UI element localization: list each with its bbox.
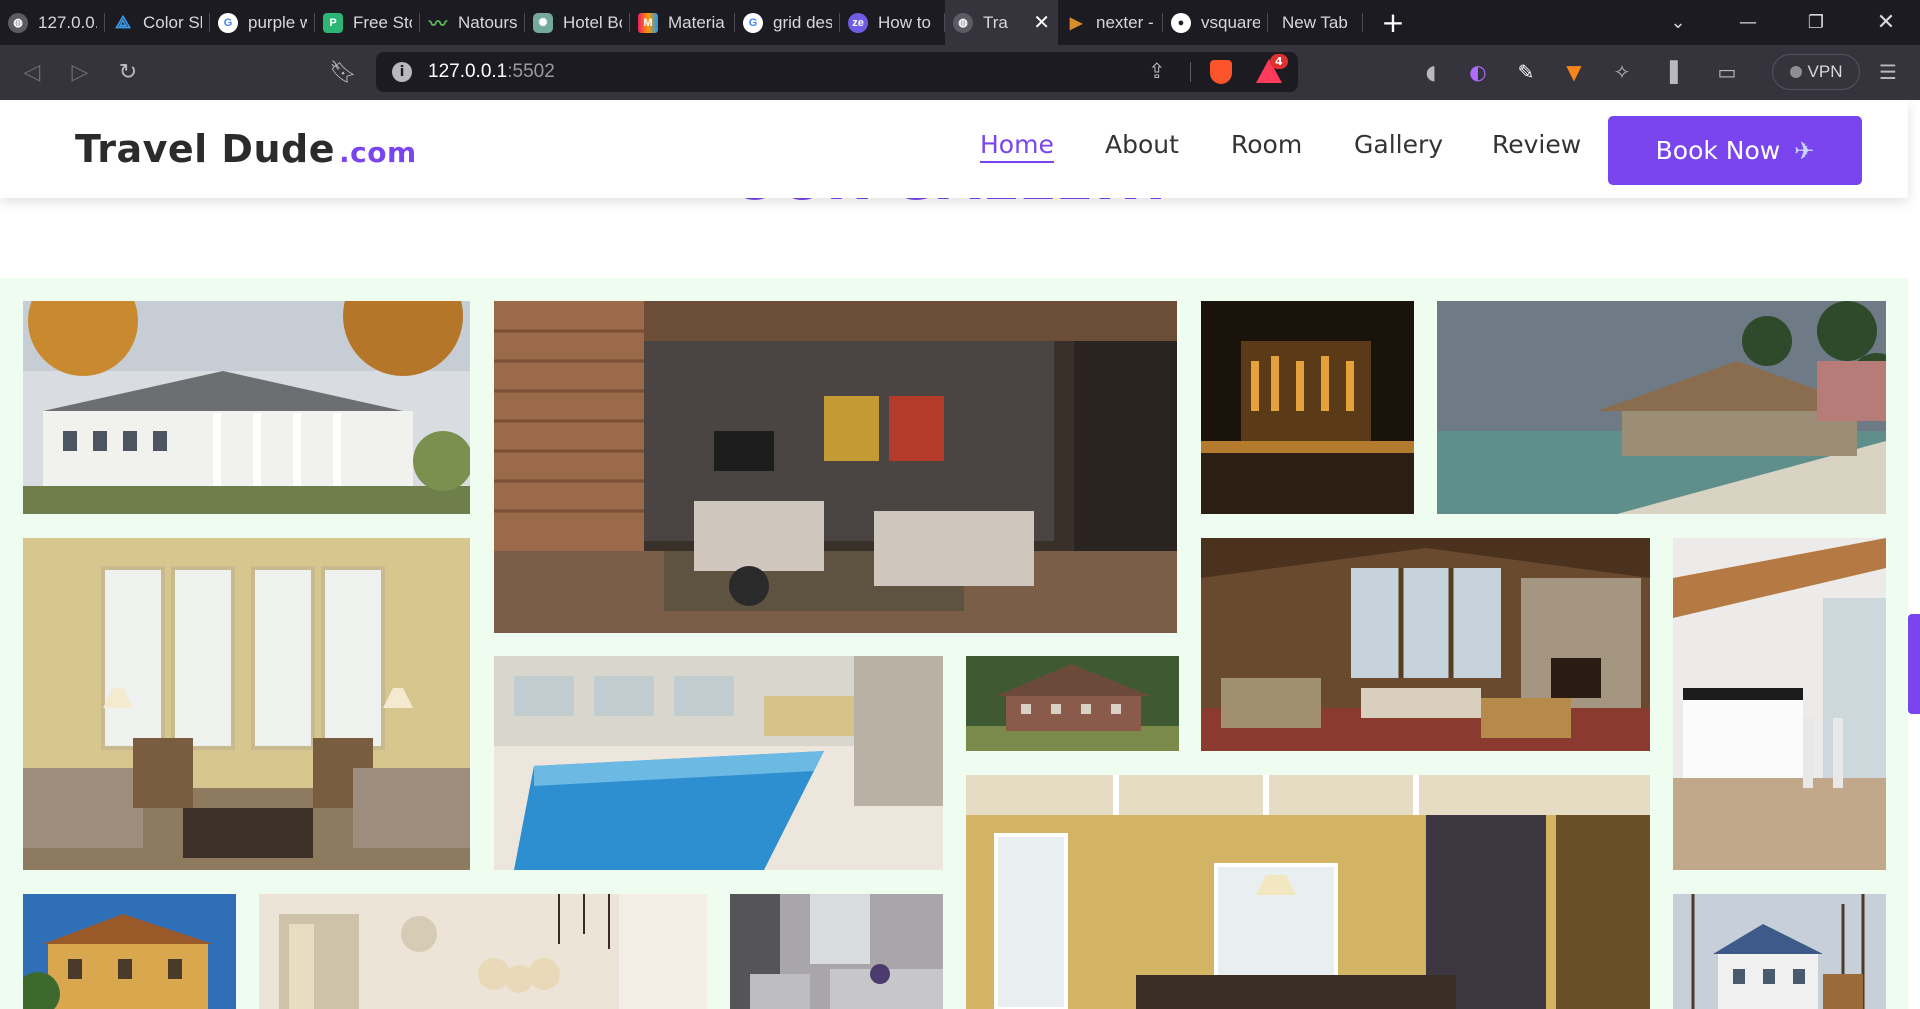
book-now-label: Book Now [1655,136,1781,165]
tab-title: purple w [248,12,307,32]
color-shades-icon: ⟁ [114,12,132,32]
tab-title: 127.0.0. [38,12,97,32]
tab-title: How to [878,12,931,32]
tab-title: grid des [773,12,832,32]
play-icon: ▶ [1069,14,1083,32]
page-viewport: OUR GALLERY Travel [0,100,1920,1009]
tab-title: New Tab [1282,12,1348,32]
vpn-button[interactable]: VPN [1772,54,1860,90]
menu-hamburger-icon[interactable]: ☰ [1875,59,1901,85]
nav-link-room[interactable]: Room [1231,130,1302,159]
site-logo[interactable]: Travel Dude .com [75,127,417,171]
google-icon: G [743,12,763,33]
extension-cap-icon[interactable]: ◖ [1418,59,1444,85]
hotel-bar-photo[interactable] [1201,301,1414,514]
winter-house-photo[interactable] [1673,894,1886,1009]
vpn-status-dot [1789,66,1802,78]
billiard-room-photo[interactable] [966,775,1650,1009]
nav-link-home[interactable]: Home [980,130,1054,163]
autumn-mansion-photo[interactable] [23,301,470,514]
chatgpt-icon: ✺ [533,12,553,33]
close-tab-icon[interactable]: ✕ [1033,10,1050,35]
lodge-living-room-photo[interactable] [1201,538,1650,751]
natours-icon: 〰 [429,13,447,34]
browser-tab[interactable]: ▶ nexter - [1058,0,1163,45]
url-host: 127.0.0.1 [428,61,508,82]
forward-icon[interactable]: ▷ [63,55,97,89]
browser-tab[interactable]: M Materia [630,0,735,45]
minimize-icon[interactable]: — [1718,0,1778,45]
page-scrollbar-thumb[interactable] [1908,614,1920,714]
tab-title: Hotel Bo [563,12,622,32]
browser-tab[interactable]: ● vsquare [1163,0,1268,45]
browser-tab[interactable]: Ggrid des [735,0,840,45]
tab-title: vsquare [1201,12,1260,32]
browser-tab[interactable]: ⟁ Color Sh [105,0,210,45]
reload-icon[interactable]: ↻ [111,55,145,89]
living-room-photo[interactable] [494,301,1177,633]
nav-link-review[interactable]: Review [1492,130,1581,159]
sunroom-photo[interactable] [23,538,470,870]
new-tab-button[interactable]: + [1363,0,1423,45]
tab-title: Tra [983,12,1008,32]
browser-tab[interactable]: ◍ 127.0.0. [0,0,105,45]
sidebar-toggle-icon[interactable]: ▐ [1657,59,1683,85]
logo-main-text: Travel Dude [75,127,335,171]
share-icon[interactable]: ⇪ [1148,59,1166,83]
extension-gradient-icon[interactable]: ◐ [1465,59,1491,85]
nav-link-about[interactable]: About [1105,130,1179,159]
tab-title: Color Sh [143,12,202,32]
indoor-pool-photo[interactable] [494,656,943,870]
google-icon: G [218,12,238,33]
restore-icon[interactable]: ❐ [1786,0,1846,45]
site-info-icon[interactable]: i [392,62,412,82]
lounge-photo[interactable] [730,894,943,1009]
bookmark-icon[interactable]: 🔖︎ [326,55,360,89]
stock-icon: P [323,12,343,33]
brave-shields-icon[interactable] [1210,60,1232,84]
site-navbar: Travel Dude .com Home About Room Gallery … [0,100,1908,198]
bedroom-photo[interactable] [259,894,707,1009]
metamask-fox-icon[interactable]: ▼ [1561,59,1587,85]
rewards-badge: 4 [1270,54,1288,69]
tab-list-chevron-icon[interactable]: ⌄ [1648,0,1708,45]
logo-domain-text: .com [339,136,417,169]
browser-tab-active[interactable]: ◍ Tra ✕ [945,0,1058,45]
browser-tab[interactable]: P Free Sto [315,0,420,45]
vpn-label: VPN [1807,62,1843,81]
villa-exterior-photo[interactable] [23,894,236,1009]
modern-kitchen-photo[interactable] [1673,538,1886,870]
close-window-icon[interactable]: ✕ [1856,0,1916,45]
rocket-icon: ✈ [1794,136,1815,165]
browser-tab[interactable]: 〰 Natours [420,0,525,45]
address-bar[interactable]: i 127.0.0.1:5502 ⇪ 4 [376,52,1298,92]
browser-tab[interactable]: Gpurple w [210,0,315,45]
globe-icon: ◍ [8,12,28,33]
puzzle-extensions-icon[interactable]: ✧ [1609,59,1635,85]
divider [1190,62,1191,82]
browser-tab[interactable]: ze How to [840,0,945,45]
tab-title: Materia [668,12,725,32]
tab-title: Natours [458,12,517,32]
tab-title: Free Sto [353,12,412,32]
url-text[interactable]: 127.0.0.1:5502 [428,61,555,83]
browser-tab[interactable]: New Tab [1268,0,1363,45]
browser-tab-strip: ◍127.0.0. ⟁Color Sh Gpurple w PFree Sto … [0,0,1920,45]
back-icon[interactable]: ◁ [15,55,49,89]
ze-icon: ze [848,12,868,33]
url-port: :5502 [507,61,555,82]
beach-resort-photo[interactable] [1437,301,1886,514]
material-icon: M [638,12,658,33]
browser-toolbar: ◁ ▷ ↻ 🔖︎ i 127.0.0.1:5502 ⇪ 4 ◖ ◐ ✎ ▼ ✧ … [0,45,1920,100]
book-now-button[interactable]: Book Now ✈ [1608,116,1862,185]
tab-title: nexter - [1096,12,1154,32]
nav-link-gallery[interactable]: Gallery [1354,130,1443,159]
github-icon: ● [1171,12,1191,33]
browser-tab[interactable]: ✺ Hotel Bo [525,0,630,45]
eyedropper-icon[interactable]: ✎ [1513,59,1539,85]
wallet-icon[interactable]: ▭ [1714,59,1740,85]
globe-icon: ◍ [953,12,973,33]
countryside-house-photo[interactable] [966,656,1179,751]
